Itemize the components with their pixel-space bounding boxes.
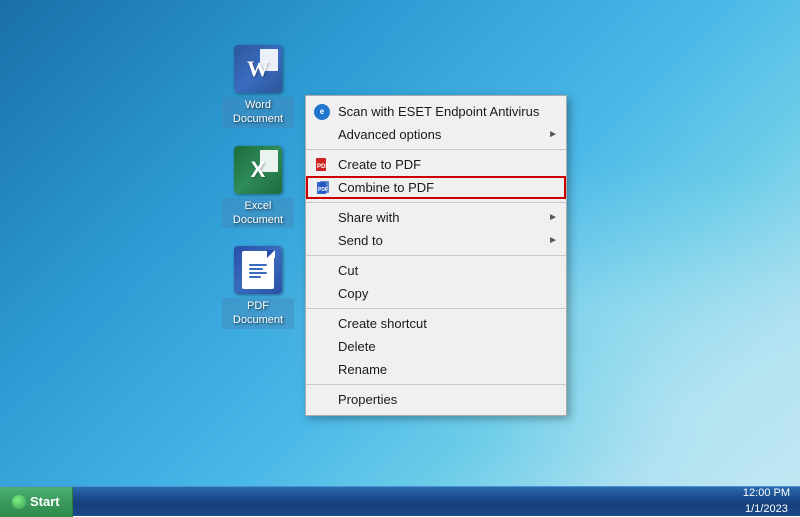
clock-date: 1/1/2023 (743, 502, 790, 517)
pdf-line-1 (249, 264, 267, 266)
menu-item-send-to[interactable]: Send to ► (306, 229, 566, 252)
word-icon-image: W (234, 45, 282, 93)
combine-pdf-label: Combine to PDF (338, 180, 558, 195)
menu-item-combine-pdf[interactable]: PDF Combine to PDF (306, 176, 566, 199)
separator-5 (306, 384, 566, 385)
start-button[interactable]: Start (0, 487, 73, 517)
menu-item-scan-eset[interactable]: e Scan with ESET Endpoint Antivirus (306, 100, 566, 123)
taskbar-clock: 12:00 PM 1/1/2023 (733, 486, 800, 517)
menu-item-copy[interactable]: Copy (306, 282, 566, 305)
menu-item-cut[interactable]: Cut (306, 259, 566, 282)
copy-label: Copy (338, 286, 558, 301)
combine-pdf-small-icon: PDF (316, 180, 332, 196)
start-label: Start (30, 494, 60, 509)
svg-text:PDF: PDF (318, 187, 328, 193)
menu-item-properties[interactable]: Properties (306, 388, 566, 411)
pdf-line-3 (249, 272, 267, 274)
word-document-icon[interactable]: W Word Document (222, 45, 294, 128)
cut-label: Cut (338, 263, 558, 278)
menu-item-rename[interactable]: Rename (306, 358, 566, 381)
advanced-options-label: Advanced options (338, 127, 548, 142)
excel-document-icon[interactable]: X Excel Document (222, 146, 294, 229)
properties-label: Properties (338, 392, 558, 407)
excel-icon-image: X (234, 146, 282, 194)
send-arrow-icon: ► (548, 235, 558, 246)
menu-item-share-with[interactable]: Share with ► (306, 206, 566, 229)
word-letter: W (247, 56, 269, 82)
word-document-label: Word Document (222, 97, 294, 128)
menu-item-delete[interactable]: Delete (306, 335, 566, 358)
create-pdf-label: Create to PDF (338, 157, 558, 172)
desktop-icons: W Word Document X Excel Document (222, 45, 294, 329)
delete-label: Delete (338, 339, 558, 354)
eset-icon: e (312, 104, 332, 120)
separator-3 (306, 255, 566, 256)
taskbar: Start 12:00 PM 1/1/2023 (0, 486, 800, 516)
excel-letter: X (251, 157, 266, 183)
start-orb (12, 495, 26, 509)
menu-item-advanced-options[interactable]: Advanced options ► (306, 123, 566, 146)
send-to-label: Send to (338, 233, 548, 248)
pdf-lines (245, 258, 271, 282)
create-shortcut-label: Create shortcut (338, 316, 558, 331)
separator-1 (306, 149, 566, 150)
pdf-icon-image (234, 246, 282, 294)
combine-pdf-icon: PDF (314, 180, 334, 196)
context-menu: e Scan with ESET Endpoint Antivirus Adva… (305, 95, 567, 416)
separator-4 (306, 308, 566, 309)
create-pdf-icon: PDF (312, 157, 332, 173)
pdf-document-label: PDF Document (222, 298, 294, 329)
share-arrow-icon: ► (548, 212, 558, 223)
arrow-icon: ► (548, 129, 558, 140)
clock-time: 12:00 PM (743, 486, 790, 501)
eset-shield-icon: e (314, 104, 330, 120)
pdf-doc-shape (242, 251, 274, 289)
pdf-line-2 (249, 268, 263, 270)
separator-2 (306, 202, 566, 203)
pdf-line-4 (249, 276, 261, 278)
excel-document-label: Excel Document (222, 198, 294, 229)
share-with-label: Share with (338, 210, 548, 225)
pdf-small-icon: PDF (314, 157, 330, 173)
pdf-document-icon[interactable]: PDF Document (222, 246, 294, 329)
desktop: W Word Document X Excel Document (0, 0, 800, 516)
rename-label: Rename (338, 362, 558, 377)
menu-item-create-pdf[interactable]: PDF Create to PDF (306, 153, 566, 176)
scan-eset-label: Scan with ESET Endpoint Antivirus (338, 104, 558, 119)
svg-text:PDF: PDF (317, 164, 329, 170)
menu-item-create-shortcut[interactable]: Create shortcut (306, 312, 566, 335)
